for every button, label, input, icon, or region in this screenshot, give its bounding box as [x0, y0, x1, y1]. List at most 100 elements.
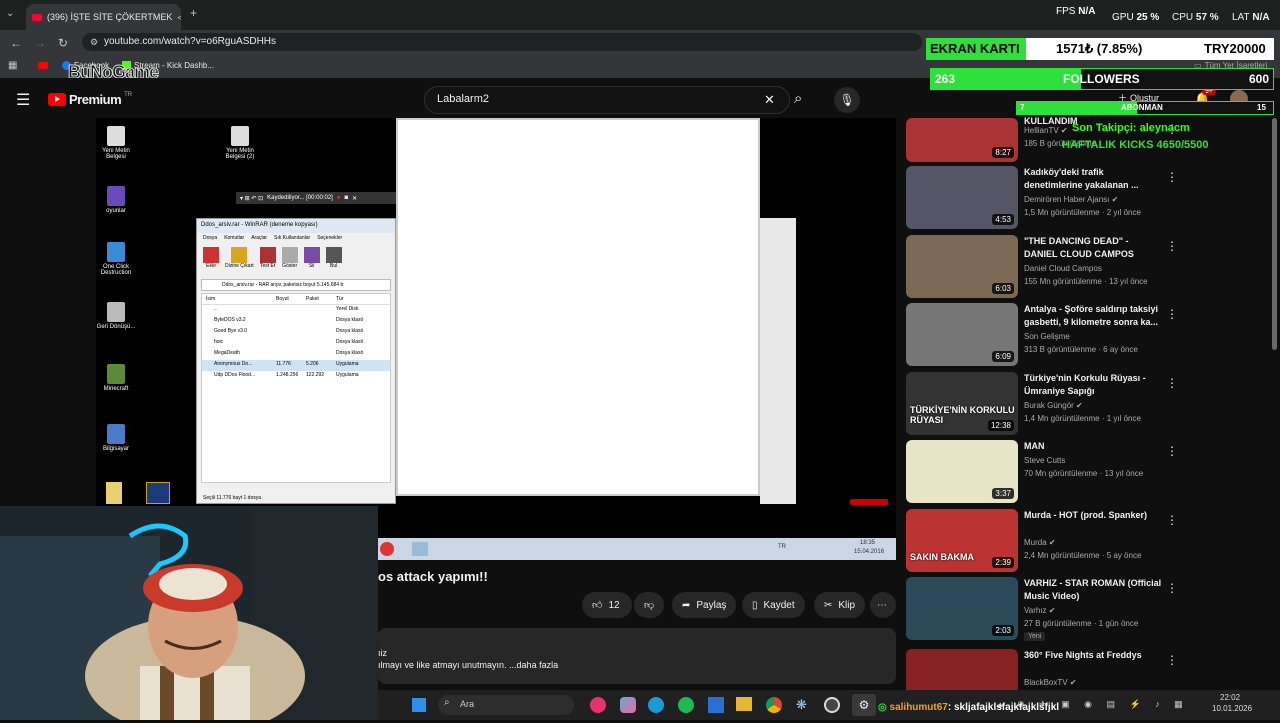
video-item-title[interactable]: Kadıköy'deki trafik denetimlerine yakala…: [1024, 166, 1164, 192]
apps-grid-icon[interactable]: ▦: [8, 60, 17, 71]
chrome-icon[interactable]: [766, 697, 782, 713]
more-options-icon[interactable]: ⋮: [1166, 513, 1178, 527]
description-box[interactable]: ıiz ılmayı ve like atmayı unutmayın. ...…: [378, 628, 896, 684]
winrar-cell: 1.248.256: [276, 372, 299, 378]
dislike-button[interactable]: 👎︎: [634, 592, 664, 618]
video-item-channel[interactable]: Burak Güngör ✔: [1024, 401, 1083, 410]
video-thumbnail[interactable]: TÜRKİYE'NİN KORKULU RÜYASI 12:38: [906, 372, 1018, 435]
desktop-icon-text1: Yeni Metin Belgesi: [96, 126, 136, 160]
video-item-meta: 313 B görüntülenme · 6 ay önce: [1024, 345, 1138, 354]
voice-search-icon[interactable]: 🎙: [834, 87, 860, 113]
more-options-icon[interactable]: ⋮: [1166, 307, 1178, 321]
video-item-channel[interactable]: Steve Cutts: [1024, 456, 1065, 465]
video-thumbnail[interactable]: 6:09: [906, 303, 1018, 366]
video-item-title[interactable]: Murda - HOT (prod. Spanker): [1024, 509, 1164, 522]
recommendation-item[interactable]: 6:09 Antalya - Şoföre saldırıp taksiyi ga…: [906, 303, 1266, 367]
mute-icon[interactable]: ◁: [177, 12, 181, 23]
tab-list-chevron-icon[interactable]: ⌄: [6, 8, 14, 19]
video-thumbnail[interactable]: 4:53: [906, 166, 1018, 229]
tab-title: (396) İŞTE SİTE ÇÖKERTMEK: [47, 12, 173, 22]
chrome-inner-icon: [380, 542, 394, 556]
verified-icon: ✔: [1069, 678, 1077, 687]
video-item-channel[interactable]: Son Gelişme: [1024, 332, 1070, 341]
video-item-title[interactable]: "THE DANCING DEAD" - DANIEL CLOUD CAMPOS: [1024, 235, 1164, 261]
copilot-icon[interactable]: [620, 697, 636, 713]
network-app-icon[interactable]: ❋: [796, 697, 812, 713]
video-item-channel[interactable]: BlackBoxTV ✔: [1024, 678, 1077, 687]
back-icon[interactable]: ←: [10, 36, 22, 50]
recorder-controls-icon: ▾ ⊞ ↶ ⊡: [240, 195, 264, 202]
chat-user: salihumut67: [889, 702, 948, 713]
youtube-play-icon: [48, 93, 66, 106]
video-item-channel[interactable]: Daniel Cloud Campos: [1024, 264, 1102, 273]
more-options-icon[interactable]: ⋮: [1166, 376, 1178, 390]
video-item-channel[interactable]: Demirören Haber Ajansı ✔: [1024, 195, 1118, 204]
start-icon[interactable]: [412, 698, 426, 712]
more-options-icon[interactable]: ⋮: [1166, 444, 1178, 458]
video-thumbnail[interactable]: 8:27: [906, 118, 1018, 162]
taskbar-search[interactable]: Ara: [438, 695, 574, 715]
video-item-meta: 155 Mn görüntülenme · 13 yıl önce: [1024, 277, 1148, 286]
verified-icon: ✔: [1048, 606, 1056, 615]
video-thumbnail[interactable]: SAKIN BAKMA 2:39: [906, 509, 1018, 572]
store-icon[interactable]: [708, 697, 724, 713]
winrar-row: Udp DDos Flood... 1.248.256 122.292 Uygulam…: [202, 371, 390, 382]
video-item-title[interactable]: VARHIZ - STAR ROMAN (Official Music Vide…: [1024, 577, 1164, 603]
recommendation-item[interactable]: TÜRKİYE'NİN KORKULU RÜYASI 12:38 Türkiye'n…: [906, 372, 1266, 436]
video-thumbnail[interactable]: 3:37: [906, 440, 1018, 503]
more-actions-button[interactable]: ⋯: [870, 592, 896, 618]
file-explorer-icon[interactable]: [736, 697, 752, 711]
site-info-icon[interactable]: ⚙: [90, 37, 98, 48]
clear-search-icon[interactable]: ✕: [764, 92, 775, 108]
like-button[interactable]: 👍︎ 12: [582, 592, 632, 618]
search-input[interactable]: Labalarm2: [424, 86, 790, 114]
video-item-channel[interactable]: Varhız ✔: [1024, 606, 1055, 615]
winrar-row: MegaDeath Dosya klasö: [202, 349, 390, 360]
more-options-icon[interactable]: ⋮: [1166, 653, 1178, 667]
steam-icon[interactable]: ⚙: [852, 694, 876, 716]
recommendation-item[interactable]: 2:03 VARHIZ - STAR ROMAN (Official Music …: [906, 577, 1266, 641]
recommendation-item[interactable]: SAKIN BAKMA 2:39 Murda - HOT (prod. Spanke…: [906, 509, 1266, 573]
reload-icon[interactable]: ↻: [58, 36, 68, 50]
url-field[interactable]: youtube.com/watch?v=o6RguASDHHs: [82, 33, 922, 51]
video-item-title[interactable]: Türkiye'nin Korkulu Rüyası - Ümraniye Sa…: [1024, 372, 1164, 398]
spotify-icon[interactable]: [678, 697, 694, 713]
obs-icon[interactable]: [824, 697, 840, 713]
video-item-channel[interactable]: HellianTV ✔: [1024, 126, 1068, 135]
thumbs-down-icon: 👎︎: [644, 600, 655, 611]
share-button[interactable]: ➦ Paylaş: [672, 592, 737, 618]
video-item-title[interactable]: MAN: [1024, 440, 1164, 453]
menu-icon[interactable]: ☰: [16, 90, 30, 110]
desktop-icon-text2: Yeni Metin Belgesi (2): [220, 126, 260, 160]
recommendation-item[interactable]: 4:53 Kadıköy'deki trafik denetimlerine ya…: [906, 166, 1266, 230]
recommendation-item[interactable]: 6:03 "THE DANCING DEAD" - DANIEL CLOUD CA…: [906, 235, 1266, 299]
more-options-icon[interactable]: ⋮: [1166, 239, 1178, 253]
youtube-logo[interactable]: Premium TR: [48, 92, 132, 107]
save-button[interactable]: ▯ Kaydet: [742, 592, 805, 618]
search-icon[interactable]: ⌕: [794, 90, 802, 107]
share-label: Paylaş: [696, 599, 727, 611]
winrar-cell: [276, 328, 306, 337]
webcam-feed: [0, 506, 378, 723]
youtube-bookmark-icon[interactable]: [38, 62, 48, 69]
app-icon-1[interactable]: [590, 697, 606, 713]
sidebar-scrollbar[interactable]: [1272, 118, 1277, 350]
more-options-icon[interactable]: ⋮: [1166, 581, 1178, 595]
app-icon: [107, 242, 125, 262]
video-thumbnail[interactable]: 6:03: [906, 235, 1018, 298]
perf-stats: FPS N/A: [1056, 6, 1096, 17]
video-thumbnail[interactable]: 2:03: [906, 577, 1018, 640]
scissors-icon: ✂: [824, 599, 833, 611]
video-item-channel[interactable]: Murda ✔: [1024, 538, 1056, 547]
recommendation-item[interactable]: 3:37 MAN Steve Cutts 70 Mn görüntülenme · 1…: [906, 440, 1266, 504]
browser-tab[interactable]: (396) İŞTE SİTE ÇÖKERTMEK ◁ ✕: [26, 4, 181, 30]
clip-button[interactable]: ✂ Klip: [814, 592, 866, 618]
edge-icon[interactable]: [648, 697, 664, 713]
new-tab-icon[interactable]: +: [190, 6, 197, 20]
video-item-title[interactable]: 360° Five Nights at Freddys: [1024, 649, 1164, 662]
desktop-icon-label: One Click Destruction: [100, 264, 132, 276]
more-options-icon[interactable]: ⋮: [1166, 170, 1178, 184]
forward-icon[interactable]: →: [34, 36, 46, 50]
recorder-label: Kaydediliyor... [00:00:02]: [267, 195, 333, 201]
video-item-title[interactable]: Antalya - Şoföre saldırıp taksiyi gasbet…: [1024, 303, 1164, 329]
